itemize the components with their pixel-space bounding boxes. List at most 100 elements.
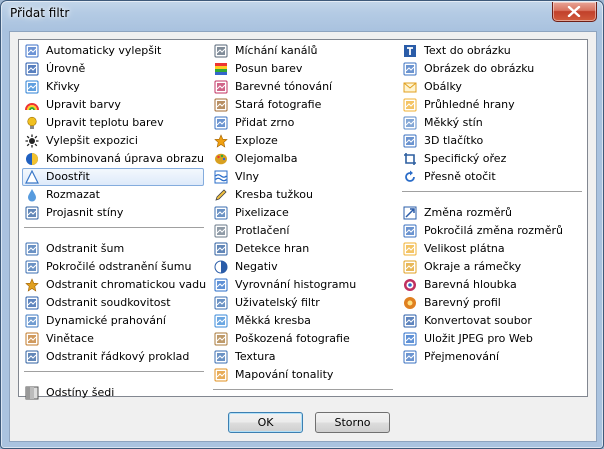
filter-item-label: Detekce hran [235,242,310,255]
threshold-icon [25,314,39,328]
filter-item-obrazek-do-obrazku[interactable]: Obrázek do obrázku [400,60,582,78]
filter-item-upravit-teplotu-barev[interactable]: Upravit teplotu barev [22,114,204,132]
filter-item-3d-tlacitko[interactable]: 3D tlačítko [400,132,582,150]
filter-item-vylepsit-expozici[interactable]: Vylepšit expozici [22,132,204,150]
filter-item-odstranit-soudkovitost[interactable]: Odstranit soudkovitost [22,294,204,312]
close-button[interactable] [552,2,597,22]
filter-item-label: Obálky [424,80,462,93]
soft-draw-icon [214,314,228,328]
filter-item-pruhledne-hrany[interactable]: Průhledné hrany [400,96,582,114]
filter-item-label: Automaticky vylepšit [46,44,162,57]
filter-item-doostrit[interactable]: Doostřit [22,168,204,186]
filter-item-label: Doostřit [46,170,90,183]
pencil-icon [214,188,228,202]
filter-item-upravit-barvy[interactable]: Upravit barvy [22,96,204,114]
filter-item-konvertovat-soubor[interactable]: Konvertovat soubor [400,312,582,330]
filter-item-label: Měkká kresba [235,314,311,327]
filter-item-ulozit-jpeg-pro-web[interactable]: Uložit JPEG pro Web [400,330,582,348]
filter-item-label: Měkký stín [424,116,483,129]
combo-icon [25,152,39,166]
filter-item-krivky[interactable]: Křivky [22,78,204,96]
filter-item-barevny-profil[interactable]: Barevný profil [400,294,582,312]
filter-item-dynamicke-prahovani[interactable]: Dynamické prahování [22,312,204,330]
filter-item-vlny[interactable]: Vlny [211,168,393,186]
filter-item-label: Změna rozměrů [424,206,512,219]
filter-item-textura[interactable]: Textura [211,348,393,366]
tone-map-icon [214,368,228,382]
filter-item-text-do-obrazku[interactable]: Text do obrázku [400,42,582,60]
sharpen-icon [25,170,39,184]
filter-item-zmena-rozmeru[interactable]: Změna rozměrů [400,204,582,222]
filter-item-vinetace[interactable]: Vinětace [22,330,204,348]
filter-item-protlaceni[interactable]: Protlačení [211,222,393,240]
filter-item-presne-otocit[interactable]: Přesně otočit [400,168,582,186]
filter-item-velikost-platna[interactable]: Velikost plátna [400,240,582,258]
rotate-icon [403,170,417,184]
filter-item-projasnit-stiny[interactable]: Projasnit stíny [22,204,204,222]
adv-resize-icon [403,224,417,238]
damaged-photo-icon [214,332,228,346]
filter-item-mapovani-tonality[interactable]: Mapování tonality [211,366,393,384]
color-shift-icon [214,62,228,76]
ok-button[interactable]: OK [228,412,303,433]
filter-item-label: Dynamické prahování [46,314,166,327]
filter-item-michani-kanalu[interactable]: Míchání kanálů [211,42,393,60]
filter-item-label: Pokročilá změna rozměrů [424,224,563,237]
filter-item-poskozena-fotografie[interactable]: Poškozená fotografie [211,330,393,348]
filter-item-uzivatelsky-filtr[interactable]: Uživatelský filtr [211,294,393,312]
filter-item-pridat-zrno[interactable]: Přidat zrno [211,114,393,132]
cancel-button[interactable]: Storno [315,412,390,433]
filter-item-olejomalba[interactable]: Olejomalba [211,150,393,168]
filter-item-exploze[interactable]: Exploze [211,132,393,150]
filter-item-label: Upravit teplotu barev [46,116,164,129]
filter-item-specificky-orez[interactable]: Specifický ořez [400,150,582,168]
filter-item-barevna-hloubka[interactable]: Barevná hloubka [400,276,582,294]
close-icon [567,6,581,17]
filter-item-label: Mapování tonality [235,368,334,381]
filter-item-pokrocile-odstraneni-sumu[interactable]: Pokročilé odstranění šumu [22,258,204,276]
filter-item-urovne[interactable]: Úrovně [22,60,204,78]
filter-item-label: Míchání kanálů [235,44,318,57]
title-bar[interactable]: Přidat filtr [1,1,603,29]
filter-item-stara-fotografie[interactable]: Stará fotografie [211,96,393,114]
filter-item-label: Vylepšit expozici [46,134,138,147]
pixelate-icon [214,206,228,220]
filter-item-pokrocila-zmena-rozmeru[interactable]: Pokročilá změna rozměrů [400,222,582,240]
filter-item-odstranit-chromatickou-vadu[interactable]: Odstranit chromatickou vadu [22,276,206,294]
frame-icon [403,260,417,274]
noise-icon [25,242,39,256]
filter-item-odstiny-sedi[interactable]: Odstíny šedi [22,384,204,402]
filter-item-posun-barev[interactable]: Posun barev [211,60,393,78]
channel-mixer-icon [214,44,228,58]
filter-item-label: Protlačení [235,224,290,237]
filter-item-automaticky-vylepsit[interactable]: Automaticky vylepšit [22,42,204,60]
filter-item-label: Okraje a rámečky [424,260,522,273]
filter-item-kombinovana-uprava-obrazu[interactable]: Kombinovaná úprava obrazu [22,150,204,168]
filter-item-prejmenovani[interactable]: Přejmenování [400,348,582,366]
filter-item-pixelizace[interactable]: Pixelizace [211,204,393,222]
filter-item-kresba-tuzkou[interactable]: Kresba tužkou [211,186,393,204]
filter-item-mekka-kresba[interactable]: Měkká kresba [211,312,393,330]
filter-item-rozmazat[interactable]: Rozmazat [22,186,204,204]
crop-icon [403,152,417,166]
filter-item-detekce-hran[interactable]: Detekce hran [211,240,393,258]
filter-item-label: Odstranit řádkový proklad [46,350,190,363]
envelope-icon [403,80,417,94]
filter-item-label: Kresba tužkou [235,188,313,201]
tint-icon [214,80,228,94]
filter-item-odstranit-radkovy-proklad[interactable]: Odstranit řádkový proklad [22,348,204,366]
blur-drop-icon [25,188,39,202]
palette-icon [214,152,228,166]
filter-item-mekky-stin[interactable]: Měkký stín [400,114,582,132]
filter-item-odstranit-sum[interactable]: Odstranit šum [22,240,204,258]
filter-item-label: Vinětace [46,332,94,345]
filter-item-barevne-tonovani[interactable]: Barevné tónování [211,78,393,96]
filter-item-negativ[interactable]: Negativ [211,258,393,276]
filter-item-vyrovnani-histogramu[interactable]: Vyrovnání histogramu [211,276,393,294]
shadows-icon [25,206,39,220]
separator [211,384,393,402]
filter-item-obalky[interactable]: Obálky [400,78,582,96]
filter-column-1: Automaticky vylepšit Úrovně Křivky Upravit … [22,42,206,402]
filter-item-okraje-a-ramecky[interactable]: Okraje a rámečky [400,258,582,276]
filter-item-label: Projasnit stíny [46,206,124,219]
